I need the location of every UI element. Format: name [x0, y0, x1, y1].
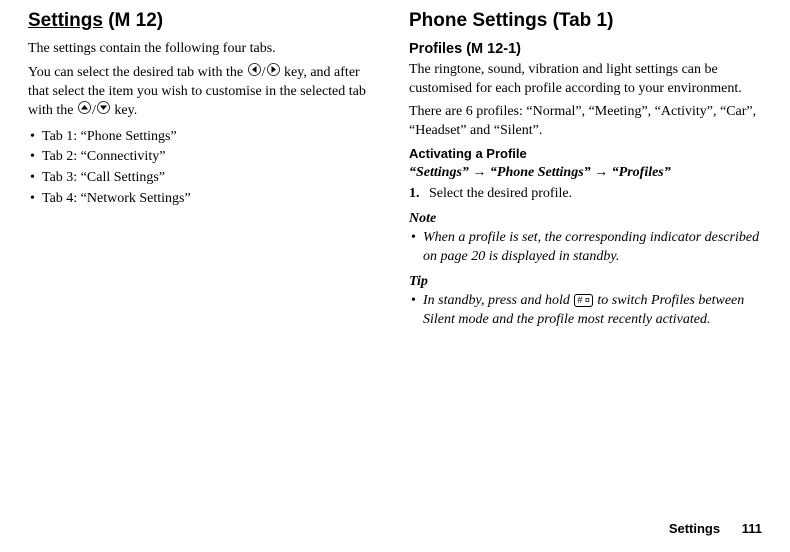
menu-path: “Settings” → “Phone Settings” → “Profile… [409, 164, 762, 183]
activating-profile-heading: Activating a Profile [409, 145, 762, 163]
hash-key-icon: # ¤ [574, 294, 593, 307]
right-key-icon [267, 63, 280, 83]
path-segment-3: “Profiles” [612, 165, 671, 180]
slash-1: / [262, 65, 266, 80]
path-arrow: → [469, 165, 490, 180]
tabs-list: Tab 1: “Phone Settings” Tab 2: “Connecti… [28, 128, 381, 210]
note-label: Note [409, 210, 762, 229]
phone-settings-heading-tab: (Tab 1) [553, 10, 614, 31]
profiles-description-2: There are 6 profiles: “Normal”, “Meeting… [409, 103, 762, 141]
phone-settings-heading-text: Phone Settings [409, 10, 547, 31]
down-key-icon [97, 101, 110, 121]
settings-heading-text: Settings [28, 10, 103, 31]
footer-section-label: Settings [669, 521, 720, 536]
phone-settings-heading: Phone Settings (Tab 1) [409, 8, 762, 34]
step-text: Select the desired profile. [429, 186, 572, 201]
profiles-heading-menu-id: (M 12-1) [466, 41, 521, 57]
slash-2: / [92, 104, 96, 119]
list-item: Tab 3: “Call Settings” [28, 169, 381, 188]
profiles-description-1: The ringtone, sound, vibration and light… [409, 61, 762, 99]
path-segment-1: “Settings” [409, 165, 469, 180]
instruction-part-1: You can select the desired tab with the [28, 65, 247, 80]
step-number: 1. [409, 185, 420, 204]
instruction-part-3: key. [111, 104, 137, 119]
list-item: Tab 4: “Network Settings” [28, 190, 381, 209]
footer-page-number: 111 [742, 521, 762, 536]
settings-heading-menu-id: (M 12) [108, 10, 163, 31]
settings-heading: Settings (M 12) [28, 8, 381, 34]
path-arrow: → [591, 165, 612, 180]
left-column: Settings (M 12) The settings contain the… [28, 8, 381, 329]
profiles-heading: Profiles (M 12-1) [409, 40, 762, 60]
tip-text: In standby, press and hold # ¤ to switch… [409, 292, 762, 330]
settings-instruction: You can select the desired tab with the … [28, 63, 381, 122]
tip-text-part-1: In standby, press and hold [423, 293, 573, 308]
right-column: Phone Settings (Tab 1) Profiles (M 12-1)… [409, 8, 762, 329]
step-1: 1. Select the desired profile. [409, 185, 762, 204]
path-segment-2: “Phone Settings” [490, 165, 591, 180]
note-text: When a profile is set, the corresponding… [409, 229, 762, 267]
up-key-icon [78, 101, 91, 121]
list-item: Tab 2: “Connectivity” [28, 148, 381, 167]
tip-label: Tip [409, 273, 762, 292]
profiles-heading-text: Profiles [409, 41, 462, 57]
list-item: Tab 1: “Phone Settings” [28, 128, 381, 147]
left-key-icon [248, 63, 261, 83]
page-footer: Settings 111 [669, 520, 762, 538]
settings-intro: The settings contain the following four … [28, 40, 381, 59]
